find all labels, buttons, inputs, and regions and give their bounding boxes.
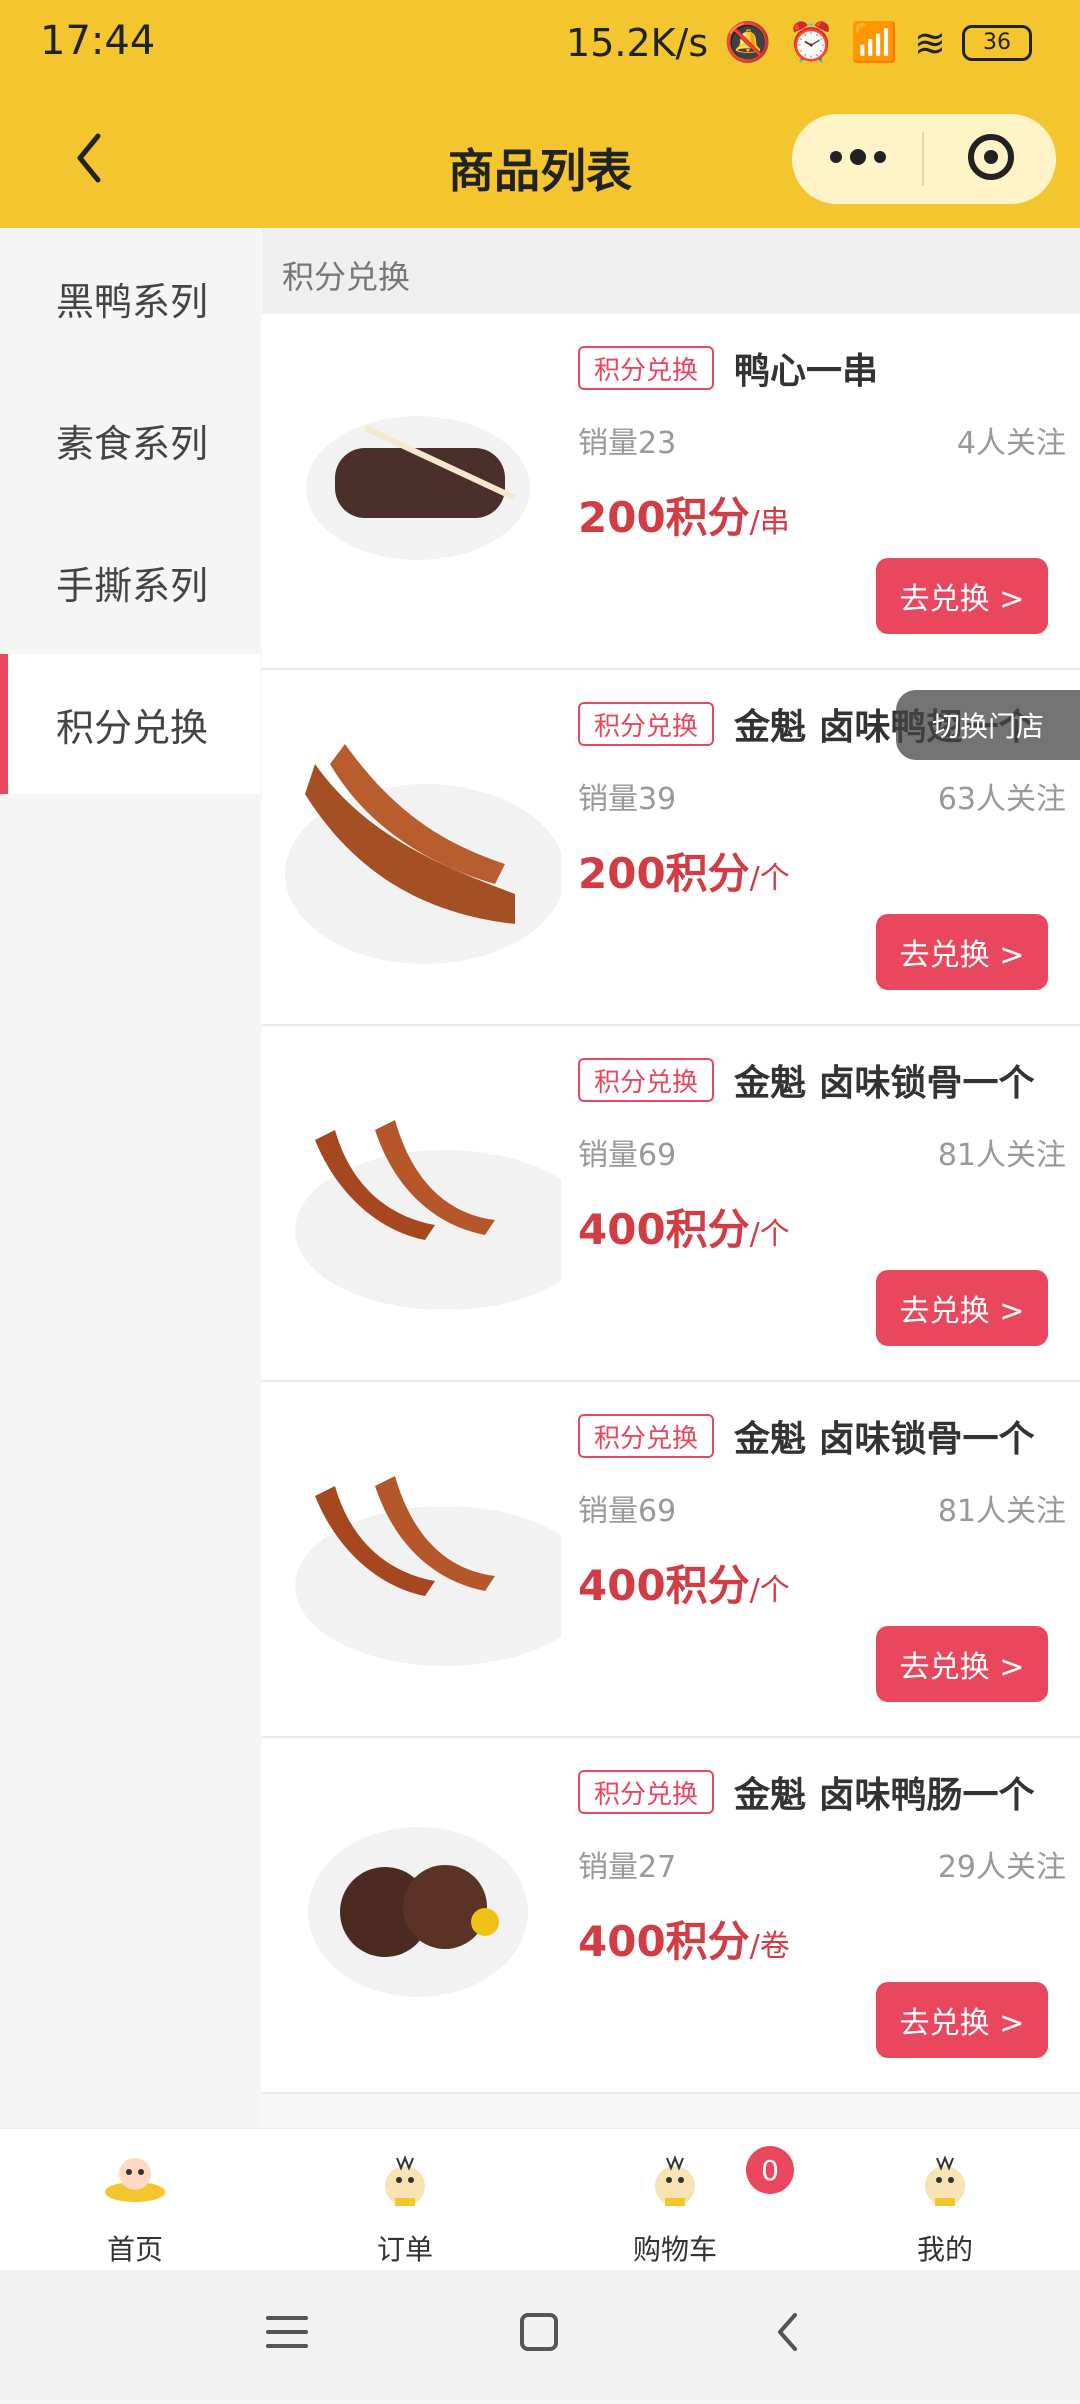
status-indicators: 15.2K/s 🔕 ⏰ 📶 ≋ 36 [566,20,1032,65]
sidebar-item-points-exchange[interactable]: 积分兑换 [0,654,260,794]
mute-icon: 🔕 [724,20,772,64]
home-nav-icon[interactable] [520,2313,558,2351]
points-tag: 积分兑换 [578,346,715,390]
exchange-button[interactable]: 去兑换 > [876,1626,1048,1702]
wifi-icon: ≋ [914,20,946,65]
exchange-button[interactable]: 去兑换 > [876,1982,1048,2058]
close-miniapp-icon[interactable] [968,134,1014,180]
price: 400积分/个 [578,1561,790,1610]
tab-home[interactable]: 首页 [0,2128,270,2270]
product-name: 鸭心一串 [734,351,879,392]
exchange-button[interactable]: 去兑换 > [876,1270,1048,1346]
points-tag: 积分兑换 [578,1058,715,1102]
signal-icon: 📶 [850,20,899,64]
price: 400积分/卷 [578,1917,790,1966]
exchange-button[interactable]: 去兑换 > [876,914,1048,990]
sidebar-item-black-duck[interactable]: 黑鸭系列 [0,228,260,368]
follower-count: 81人关注 [937,1138,1066,1173]
tab-mine[interactable]: 我的 [810,2128,1080,2270]
switch-store-button[interactable]: 切换门店 [896,690,1080,760]
product-name: 金魁 卤味锁骨一个 [734,1419,1035,1460]
product-image [275,1406,561,1692]
tab-orders[interactable]: 订单 [270,2128,540,2270]
follower-count: 4人关注 [956,426,1066,461]
cart-mascot-icon [641,2146,709,2214]
capsule-divider [922,132,924,186]
active-indicator [0,654,8,794]
product-image [275,694,561,980]
status-time: 17:44 [40,18,156,64]
price: 200积分/串 [578,493,790,542]
sidebar-item-hand-shredded[interactable]: 手撕系列 [0,512,260,652]
net-speed: 15.2K/s [566,20,709,65]
section-title: 积分兑换 [282,258,411,296]
alarm-icon: ⏰ [787,20,835,64]
points-tag: 积分兑换 [578,1414,715,1458]
sales-count: 销量69 [578,1138,677,1173]
follower-count: 29人关注 [937,1850,1066,1885]
product-image [275,1762,561,2048]
product-image [275,338,561,624]
orders-mascot-icon [371,2146,439,2214]
points-tag: 积分兑换 [578,1770,715,1814]
menu-nav-icon[interactable] [266,2316,308,2348]
follower-count: 63人关注 [937,782,1066,817]
product-name: 金魁 卤味鸭肠一个 [734,1775,1035,1816]
cart-count-badge: 0 [746,2146,794,2194]
profile-mascot-icon [911,2146,979,2214]
points-tag: 积分兑换 [578,702,715,746]
battery-icon: 36 [962,24,1032,61]
product-name: 金魁 卤味锁骨一个 [734,1063,1035,1104]
sales-count: 销量27 [578,1850,677,1885]
sidebar-item-vegetarian[interactable]: 素食系列 [0,370,260,510]
sales-count: 销量39 [578,782,677,817]
follower-count: 81人关注 [937,1494,1066,1529]
home-mascot-icon [101,2146,169,2214]
more-icon[interactable] [828,141,888,173]
product-image [275,1050,561,1336]
sales-count: 销量23 [578,426,677,461]
exchange-button[interactable]: 去兑换 > [876,558,1048,634]
price: 200积分/个 [578,849,790,898]
back-nav-icon[interactable] [778,2313,797,2351]
android-navbar [0,2270,1080,2400]
sales-count: 销量69 [578,1494,677,1529]
price: 400积分/个 [578,1205,790,1254]
